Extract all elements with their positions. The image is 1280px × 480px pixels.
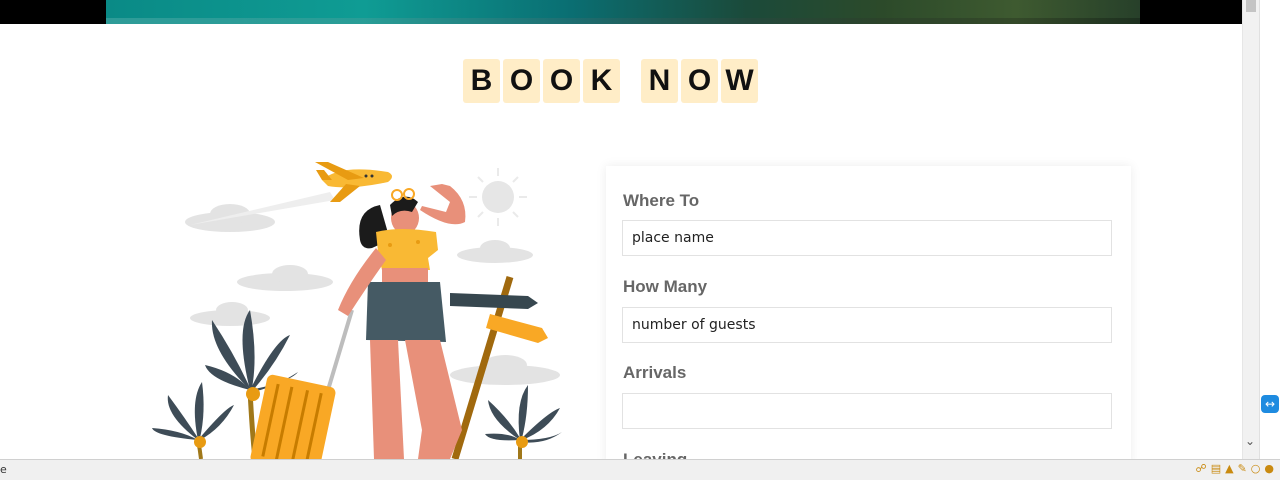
book-now-heading: B O O K N O W	[463, 59, 758, 103]
chevron-down-icon[interactable]: ⌄	[1245, 434, 1255, 448]
pen-icon[interactable]: ✎	[1238, 462, 1247, 475]
heading-letter: N	[641, 59, 678, 103]
book-icon[interactable]: ▤	[1211, 462, 1221, 475]
status-text: e	[0, 463, 7, 476]
suitcase-icon	[250, 309, 354, 459]
status-icons: ☍ ▤ ▲ ✎ ○ ●	[1196, 462, 1274, 475]
teamviewer-icon[interactable]: ↔	[1261, 395, 1279, 413]
booking-form: Where To How Many Arrivals Leaving	[606, 166, 1131, 469]
heading-letter: O	[543, 59, 580, 103]
arrivals-label: Arrivals	[623, 363, 687, 382]
circle-icon[interactable]: ○	[1251, 462, 1261, 475]
hero-banner	[0, 0, 1242, 24]
how-many-label: How Many	[623, 277, 708, 296]
how-many-input[interactable]	[622, 307, 1112, 343]
heading-letter: K	[583, 59, 620, 103]
folder-icon[interactable]: ▲	[1225, 462, 1233, 475]
sun-icon	[469, 168, 527, 226]
page-scrollbar[interactable]: ⌄	[1242, 0, 1260, 459]
bulb-icon[interactable]: ●	[1264, 462, 1274, 475]
travel-illustration	[150, 150, 570, 459]
traveler-figure	[338, 184, 466, 459]
heading-letter: B	[463, 59, 500, 103]
where-to-label: Where To	[623, 191, 700, 210]
where-to-input[interactable]	[622, 220, 1112, 256]
status-bar: e ☍ ▤ ▲ ✎ ○ ●	[0, 459, 1280, 480]
heading-letter: O	[681, 59, 718, 103]
scrollbar-up[interactable]	[1246, 0, 1256, 12]
heading-letter: O	[503, 59, 540, 103]
link-icon[interactable]: ☍	[1196, 462, 1207, 475]
heading-letter: W	[721, 59, 758, 103]
side-rail	[1259, 0, 1280, 459]
heading-space	[623, 59, 638, 103]
hero-image	[106, 0, 1140, 24]
arrivals-input[interactable]	[622, 393, 1112, 429]
